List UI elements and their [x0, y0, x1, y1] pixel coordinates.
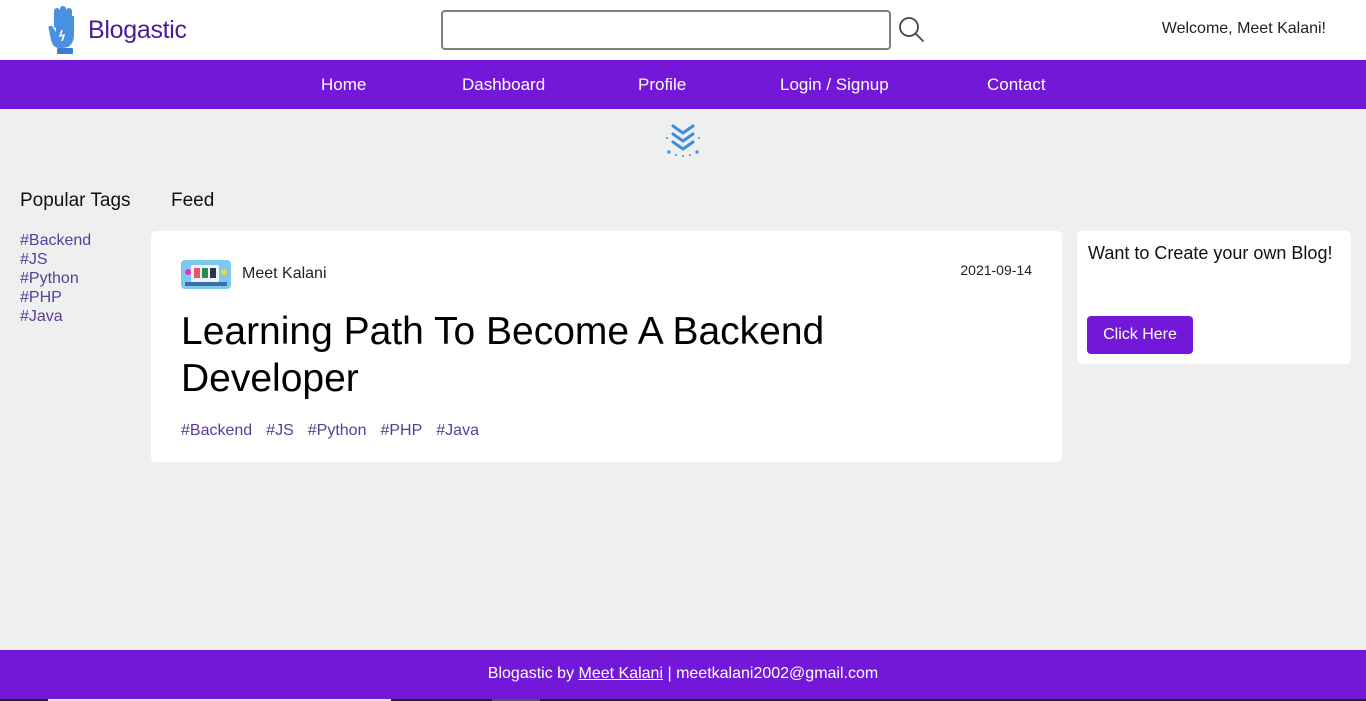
post-date: 2021-09-14 — [960, 262, 1032, 278]
author-avatar — [181, 260, 231, 289]
post-author[interactable]: Meet Kalani — [242, 265, 327, 283]
nav-item-contact[interactable]: Contact — [987, 75, 1046, 95]
post-tag[interactable]: #Java — [436, 422, 479, 440]
feed-heading: Feed — [171, 190, 215, 211]
post-tag[interactable]: #JS — [266, 422, 294, 440]
nav-item-dashboard[interactable]: Dashboard — [462, 75, 545, 95]
popular-tag-item[interactable]: #PHP — [20, 288, 91, 307]
main-nav: Home Dashboard Profile Login / Signup Co… — [0, 60, 1366, 109]
footer-prefix: Blogastic by — [487, 665, 575, 682]
click-here-button[interactable]: Click Here — [1087, 316, 1193, 354]
footer-separator: | — [667, 665, 672, 682]
popular-tags-heading: Popular Tags — [20, 190, 131, 211]
footer-author-link[interactable]: Meet Kalani — [579, 665, 664, 683]
nav-item-profile[interactable]: Profile — [638, 75, 686, 95]
search-icon[interactable] — [898, 16, 926, 44]
popular-tag-item[interactable]: #JS — [20, 250, 91, 269]
post-tag[interactable]: #Python — [308, 422, 367, 440]
footer-email: meetkalani2002@gmail.com — [676, 665, 879, 682]
nav-item-home[interactable]: Home — [321, 75, 366, 95]
post-tag[interactable]: #Backend — [181, 422, 252, 440]
popular-tags-list: #Backend #JS #Python #PHP #Java — [20, 231, 91, 326]
site-logo[interactable]: Blogastic — [46, 6, 187, 54]
scroll-down-icon[interactable] — [664, 122, 702, 158]
site-header: Blogastic Welcome, Meet Kalani! — [0, 0, 1366, 60]
hand-logo-icon — [48, 6, 74, 54]
popular-tag-item[interactable]: #Python — [20, 269, 91, 288]
nav-item-login-signup[interactable]: Login / Signup — [780, 75, 889, 95]
post-title[interactable]: Learning Path To Become A Backend Develo… — [181, 308, 941, 402]
create-blog-card: Want to Create your own Blog! Click Here — [1077, 231, 1351, 364]
post-tags: #Backend #JS #Python #PHP #Java — [181, 422, 479, 440]
logo-text: Blogastic — [88, 15, 187, 44]
post-tag[interactable]: #PHP — [380, 422, 422, 440]
search-input[interactable] — [441, 10, 891, 50]
popular-tag-item[interactable]: #Backend — [20, 231, 91, 250]
site-footer: Blogastic by Meet Kalani | meetkalani200… — [0, 650, 1366, 701]
create-blog-text: Want to Create your own Blog! — [1088, 243, 1333, 263]
post-card[interactable]: Meet Kalani 2021-09-14 Learning Path To … — [151, 231, 1062, 462]
welcome-message: Welcome, Meet Kalani! — [1161, 20, 1326, 37]
popular-tag-item[interactable]: #Java — [20, 307, 91, 326]
